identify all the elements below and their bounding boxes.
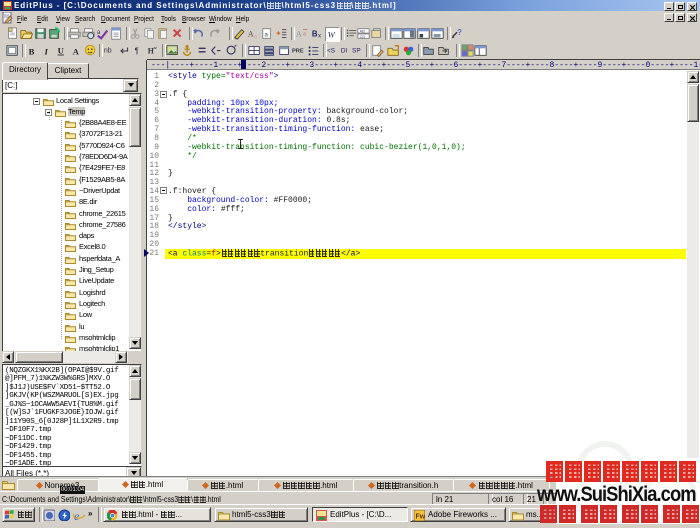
svg-text:¶: ¶ xyxy=(135,47,139,56)
svg-text:nb: nb xyxy=(104,48,112,55)
svg-text:DI: DI xyxy=(341,48,348,55)
svg-text:H: H xyxy=(148,47,154,56)
svg-text:x: x xyxy=(318,32,321,39)
svg-text:a: a xyxy=(97,29,101,36)
svg-text:I: I xyxy=(43,46,48,56)
svg-text:<S: <S xyxy=(327,48,336,55)
svg-text:B: B xyxy=(29,46,35,56)
svg-text:?: ? xyxy=(457,28,462,37)
svg-text:W: W xyxy=(328,29,336,39)
svg-text:o: o xyxy=(254,34,257,40)
svg-text:SP: SP xyxy=(352,48,361,55)
svg-text:Fw: Fw xyxy=(416,514,426,521)
svg-text:U: U xyxy=(58,46,65,56)
svg-text:e: e xyxy=(74,509,80,521)
svg-text:a: a xyxy=(303,32,306,38)
svg-text:CD: CD xyxy=(360,34,366,39)
svg-text:a: a xyxy=(264,32,268,39)
svg-text:A: A xyxy=(296,30,302,39)
svg-text:A: A xyxy=(73,46,80,56)
svg-text:PRE: PRE xyxy=(292,49,304,55)
